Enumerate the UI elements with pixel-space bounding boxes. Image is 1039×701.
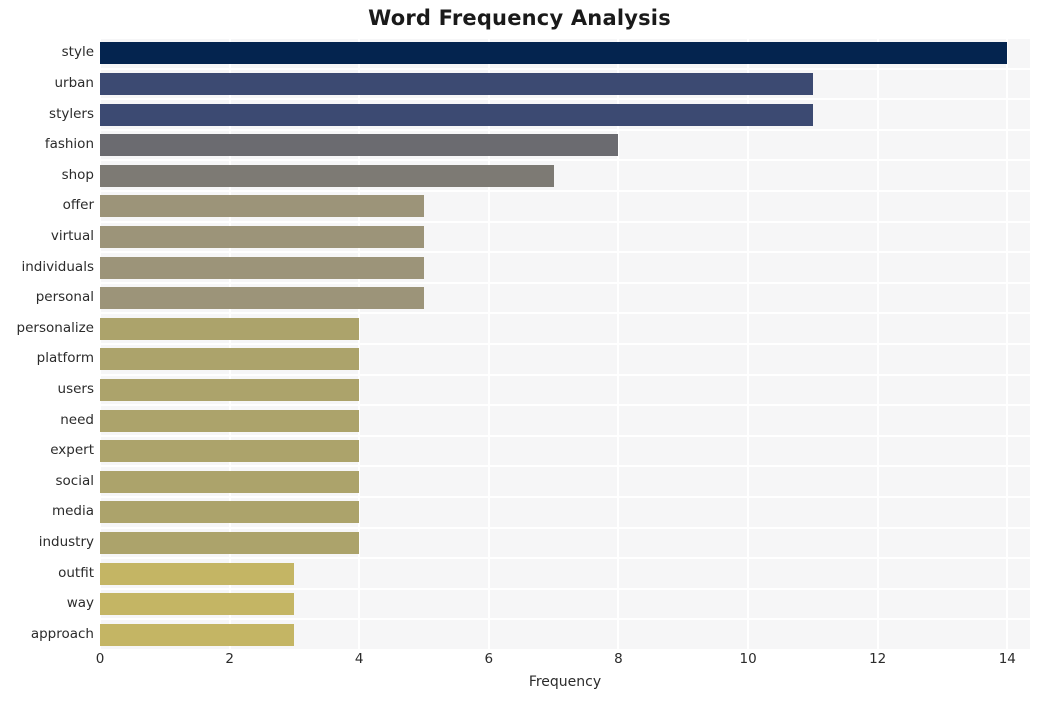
gridline-horizontal xyxy=(100,557,1030,560)
x-axis-tick-label: 14 xyxy=(998,651,1016,667)
bar xyxy=(100,593,295,616)
bar xyxy=(100,378,360,401)
x-axis-tick-label: 4 xyxy=(354,651,364,667)
bar xyxy=(100,317,360,340)
y-axis-tick-label: personal xyxy=(35,289,94,306)
y-axis-tick-label: style xyxy=(61,44,94,61)
bar xyxy=(100,164,554,187)
bar xyxy=(100,470,360,493)
bar xyxy=(100,72,813,95)
y-axis-tick-label: virtual xyxy=(50,227,94,244)
y-axis-tick-label: media xyxy=(51,503,94,520)
gridline-horizontal xyxy=(100,343,1030,345)
gridline-horizontal xyxy=(100,67,1030,70)
bar xyxy=(100,562,295,585)
bar xyxy=(100,103,813,126)
gridline-horizontal xyxy=(100,281,1030,284)
y-axis-tick-label: outfit xyxy=(58,564,94,581)
bar xyxy=(100,256,425,279)
gridline-horizontal xyxy=(100,312,1030,315)
gridline-horizontal xyxy=(100,404,1030,407)
y-axis-tick-label: approach xyxy=(30,625,94,642)
gridline-horizontal xyxy=(100,434,1030,437)
bar xyxy=(100,348,360,371)
y-axis-tick-label: personalize xyxy=(16,319,94,336)
chart-figure: Word Frequency Analysis style urban styler… xyxy=(0,0,1039,701)
y-axis-tick-label: way xyxy=(66,595,94,612)
gridline-horizontal xyxy=(100,98,1030,101)
bar xyxy=(100,42,1008,65)
y-axis-tick-label: industry xyxy=(38,533,94,550)
gridline-horizontal xyxy=(100,496,1030,498)
chart-title: Word Frequency Analysis xyxy=(368,6,671,30)
gridline-horizontal xyxy=(100,190,1030,192)
x-axis-title: Frequency xyxy=(528,674,602,690)
gridline-horizontal xyxy=(100,465,1030,468)
bar xyxy=(100,287,425,310)
x-axis-tick-labels: 0 2 4 6 8 10 12 14 xyxy=(0,651,1039,675)
gridline-horizontal xyxy=(100,220,1030,223)
bar xyxy=(100,134,619,157)
y-axis-tick-label: shop xyxy=(61,166,94,183)
x-axis-tick-label: 6 xyxy=(484,651,494,667)
bar xyxy=(100,623,295,646)
y-axis-tick-label: urban xyxy=(54,74,94,91)
x-axis-tick-label: 10 xyxy=(739,651,757,667)
bar xyxy=(100,195,425,218)
x-axis-tick-label: 12 xyxy=(869,651,887,667)
y-axis-tick-label: fashion xyxy=(44,136,94,153)
y-axis-tick-label: need xyxy=(60,411,94,428)
bar xyxy=(100,501,360,524)
bar xyxy=(100,440,360,463)
gridline-horizontal xyxy=(100,373,1030,376)
gridline-horizontal xyxy=(100,37,1030,39)
gridline-horizontal xyxy=(100,159,1030,162)
y-axis-tick-label: individuals xyxy=(21,258,94,275)
bar xyxy=(100,531,360,554)
y-axis-tick-label: offer xyxy=(62,197,94,214)
plot-area xyxy=(99,37,1030,651)
gridline-horizontal xyxy=(100,618,1030,621)
y-axis-tick-label: social xyxy=(55,472,95,489)
y-axis-tick-label: users xyxy=(57,380,94,397)
x-axis-tick-label: 2 xyxy=(225,651,234,667)
x-axis-tick-label: 8 xyxy=(614,651,623,667)
y-axis-tick-label: expert xyxy=(50,442,94,459)
bar xyxy=(100,409,360,432)
gridline-horizontal xyxy=(100,251,1030,254)
gridline-horizontal xyxy=(100,128,1030,131)
gridline-horizontal xyxy=(100,526,1030,529)
y-axis-tick-label: stylers xyxy=(49,105,94,122)
bar xyxy=(100,225,425,248)
y-axis-tick-label: platform xyxy=(36,350,94,367)
y-axis-tick-labels: style urban stylers fashion shop offer virtual… xyxy=(0,38,94,650)
gridline-horizontal xyxy=(100,587,1030,590)
x-axis-tick-label: 0 xyxy=(95,651,105,667)
